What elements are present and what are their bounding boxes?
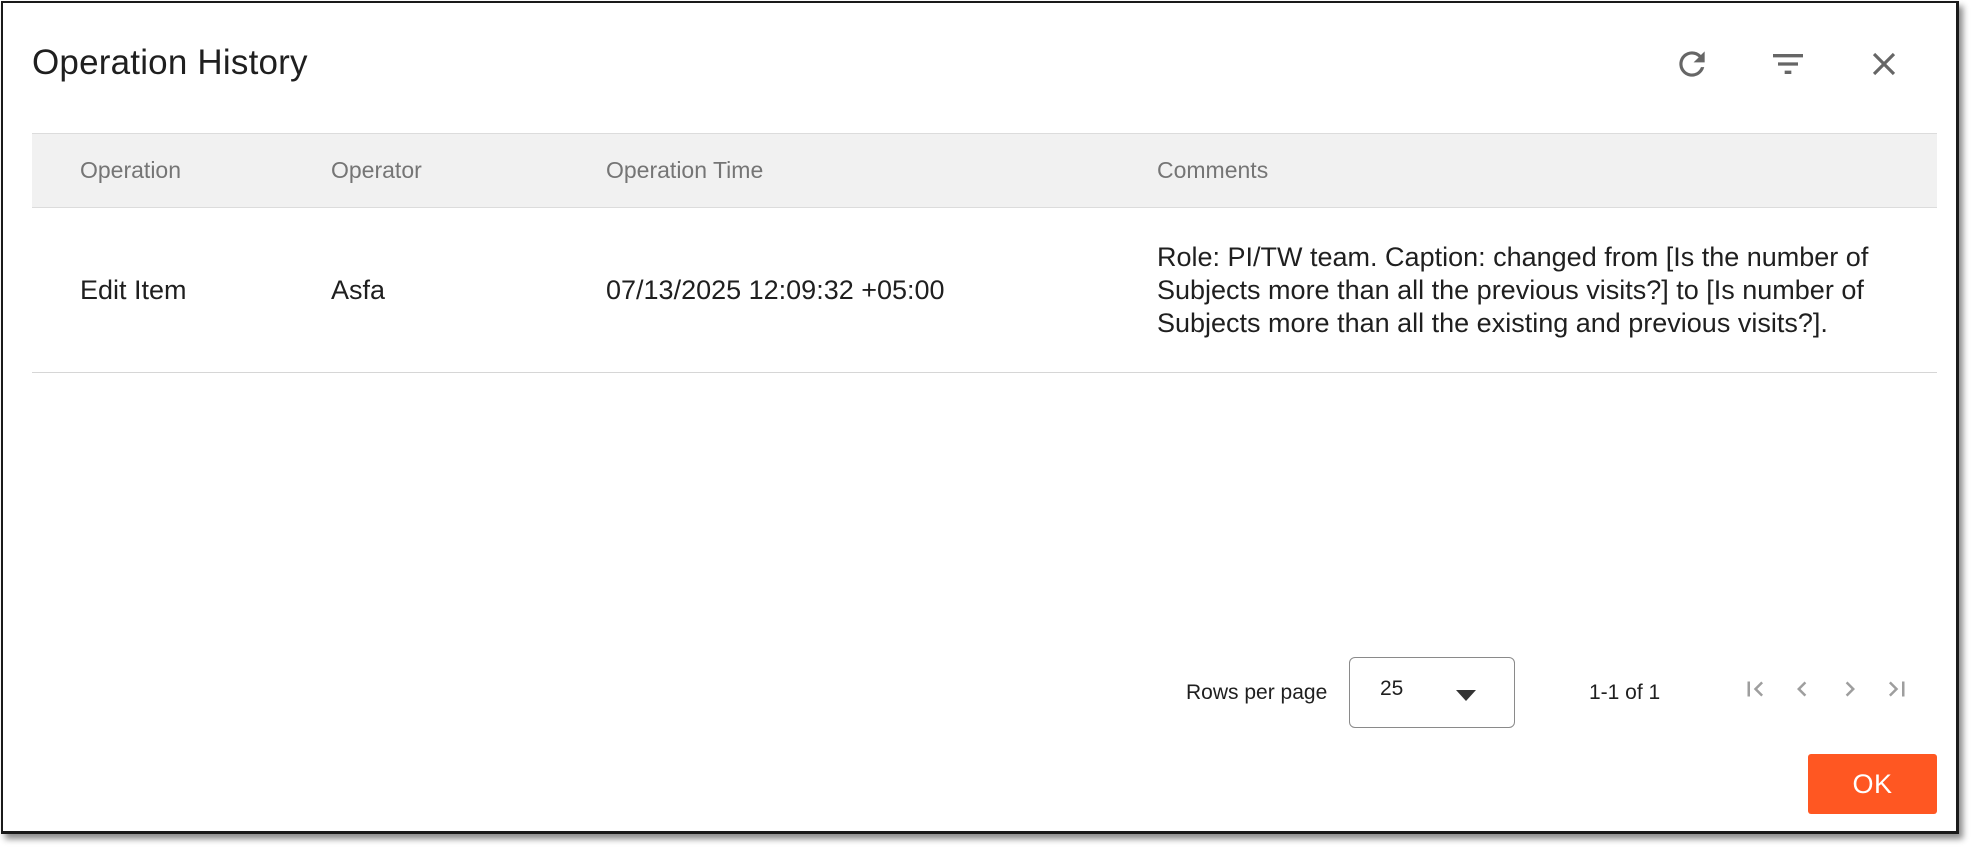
operation-history-dialog: Operation History Operation Operator Ope… [1,1,1959,834]
cell-operation-time: 07/13/2025 12:09:32 +05:00 [606,207,1157,373]
last-page-icon[interactable] [1877,669,1917,709]
rows-per-page-select[interactable]: 25 [1349,657,1515,728]
rows-per-page-label: Rows per page [1186,681,1328,704]
operation-history-table: Operation Operator Operation Time Commen… [32,133,1937,373]
column-header-operation[interactable]: Operation [32,133,331,208]
dropdown-arrow-icon [1456,688,1476,706]
close-icon[interactable] [1860,40,1908,88]
refresh-icon-glyph [1679,51,1705,77]
refresh-icon[interactable] [1668,40,1716,88]
previous-page-icon[interactable] [1782,669,1822,709]
next-page-icon[interactable] [1830,669,1870,709]
column-header-operator[interactable]: Operator [331,133,606,208]
table-row[interactable]: Edit Item Asfa 07/13/2025 12:09:32 +05:0… [32,207,1937,373]
cell-operation: Edit Item [32,207,331,373]
rows-per-page-value: 25 [1380,677,1404,700]
filter-icon-glyph [1773,54,1803,74]
first-page-icon[interactable] [1735,669,1775,709]
pagination-range: 1-1 of 1 [1589,681,1661,704]
cell-operator: Asfa [331,207,606,373]
close-icon-glyph [1872,52,1896,76]
column-header-operation-time[interactable]: Operation Time [606,133,1157,208]
dialog-title: Operation History [32,43,308,82]
ok-button[interactable]: OK [1808,754,1937,814]
cell-comments: Role: PI/TW team. Caption: changed from … [1157,207,1937,373]
column-header-comments[interactable]: Comments [1157,133,1937,208]
table-header-row: Operation Operator Operation Time Commen… [32,133,1937,208]
pagination-bar: Rows per page 25 1-1 of 1 [3,657,1958,729]
filter-icon[interactable] [1764,40,1812,88]
